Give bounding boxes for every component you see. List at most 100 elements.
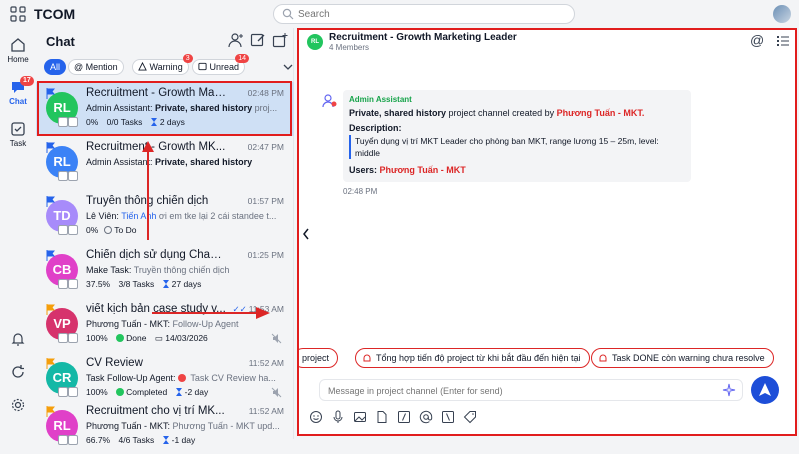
preview-rest: Truyền thông chiến dịch (131, 265, 230, 275)
date: 14/03/2026 (165, 333, 208, 343)
highlight-box-channel (297, 28, 797, 436)
hourglass-icon (162, 280, 169, 288)
hourglass-icon (162, 436, 169, 444)
rail-home[interactable]: Home (0, 36, 36, 64)
chat-item-time: 11:52 AM (248, 406, 284, 416)
document-icon (68, 225, 78, 235)
mute-icon (271, 387, 282, 398)
flag-icon (46, 304, 55, 315)
right-arrow-annotation (152, 307, 270, 319)
preview-sender: Phương Tuấn - MKT: (86, 421, 170, 431)
chat-item-name: Recruitment - Growth MK... (86, 141, 226, 153)
filter-chips: All @ Mention Warning 3 Unread 14 (44, 54, 293, 75)
chat-item-name: Truyền thông chiến dịch (86, 195, 209, 207)
search-box[interactable] (273, 4, 575, 24)
top-bar: TCOM (0, 0, 799, 28)
chat-item-name: CV Review (86, 357, 143, 369)
chat-item-preview: Make Task: Truyền thông chiến dịch (86, 265, 286, 275)
progress: 66.7% (86, 435, 111, 445)
chevron-down-icon[interactable] (282, 61, 294, 73)
preview-sender: Make Task: (86, 265, 132, 275)
chat-item-preview: Task Follow-Up Agent: Task CV Review ha.… (86, 373, 286, 383)
filter-unread[interactable]: Unread 14 (192, 54, 250, 75)
calendar-icon: ▭ (154, 333, 163, 343)
alert-dot-icon (178, 374, 187, 382)
user-avatar[interactable] (773, 5, 791, 23)
left-rail: Home 17 Chat Task (0, 28, 36, 439)
lock-icon (58, 435, 68, 445)
unread-icon (198, 62, 207, 71)
task-count: 3/8 Tasks (118, 279, 155, 289)
flag-icon (46, 142, 55, 153)
done-check-icon (116, 334, 125, 342)
rail-task[interactable]: Task (0, 120, 36, 148)
warning-badge: 3 (182, 54, 193, 63)
chat-item-name: Chiến dịch sử dụng ChaTa... (86, 249, 226, 261)
chat-item-preview: Admin Assistant: Private, shared history (86, 157, 286, 167)
progress: 100% (86, 333, 108, 343)
add-user-icon[interactable] (228, 32, 244, 48)
due: 27 days (171, 279, 202, 289)
filter-warning[interactable]: Warning 3 (132, 54, 193, 75)
warning-icon (138, 61, 147, 71)
task-count: 4/6 Tasks (118, 435, 155, 445)
bell-icon[interactable] (10, 331, 26, 347)
preview-rest: ơi em tke lại 2 cái standee t... (156, 211, 277, 221)
progress: 100% (86, 387, 108, 397)
filter-mention-label: @ Mention (74, 62, 118, 72)
rail-task-label: Task (9, 139, 27, 148)
gear-icon[interactable] (10, 397, 26, 413)
document-icon (68, 279, 78, 289)
status: To Do (114, 225, 137, 235)
chat-item-meta: 0% To Do (86, 225, 137, 235)
flag-icon (46, 406, 55, 417)
search-input[interactable] (298, 7, 558, 21)
filter-warning-label: Warning (149, 62, 183, 72)
preview-sender: Task Follow-Up Agent: (86, 373, 176, 383)
rail-chat-label: Chat (9, 97, 27, 106)
brand-logo: TCOM (34, 6, 76, 22)
preview-sender: Lê Viên: (86, 211, 119, 221)
chat-item-time: 01:25 PM (247, 250, 284, 260)
progress: 37.5% (86, 279, 111, 289)
task-check-icon (11, 122, 25, 136)
filter-all[interactable]: All (44, 59, 67, 75)
document-icon (68, 387, 78, 397)
lock-icon (58, 225, 68, 235)
preview-bold: Private, shared history (155, 157, 253, 167)
lock-icon (58, 279, 68, 289)
status-circle-icon (104, 226, 113, 234)
chat-item[interactable]: TD Truyền thông chiến dịch 01:57 PM Lê V… (36, 190, 294, 244)
document-icon (68, 171, 78, 181)
hourglass-icon (175, 388, 182, 396)
status: Completed (126, 387, 168, 397)
chat-list-title: Chat (46, 34, 75, 49)
chat-item[interactable]: RL Recruitment cho vị trí MK... 11:52 AM… (36, 400, 294, 454)
preview-rest: Phương Tuấn - MKT upd... (169, 421, 280, 431)
flag-icon (46, 250, 55, 261)
flag-icon (46, 358, 55, 369)
rail-chat[interactable]: 17 Chat (0, 76, 36, 106)
chat-item-preview: Lê Viên: Tiến Anh ơi em tke lại 2 cái st… (86, 211, 286, 221)
apps-grid-icon[interactable] (10, 6, 26, 22)
chat-item-meta: 100% Completed -2 day (86, 387, 286, 397)
refresh-icon[interactable] (10, 364, 26, 380)
highlight-box-chat-item (37, 81, 292, 136)
chat-item-meta: 100% Done ▭ 14/03/2026 (86, 333, 286, 344)
compose-icon[interactable] (250, 32, 266, 48)
filter-mention[interactable]: @ Mention (68, 59, 124, 75)
chat-item-meta: 37.5% 3/8 Tasks 27 days (86, 279, 286, 289)
chat-item[interactable]: CR CV Review 11:52 AM Task Follow-Up Age… (36, 352, 294, 406)
chat-item-time: 01:57 PM (247, 196, 284, 206)
lock-icon (58, 333, 68, 343)
mute-icon (271, 333, 282, 344)
chat-item[interactable]: RL Recruitment - Growth MK... 02:47 PM A… (36, 136, 294, 190)
chat-item[interactable]: CB Chiến dịch sử dụng ChaTa... 01:25 PM … (36, 244, 294, 298)
preview-rest: Task CV Review ha... (188, 373, 276, 383)
search-icon (282, 8, 294, 20)
lock-icon (58, 171, 68, 181)
rail-home-label: Home (7, 55, 29, 64)
document-icon (68, 435, 78, 445)
add-channel-icon[interactable] (272, 32, 288, 48)
status: Done (126, 333, 147, 343)
